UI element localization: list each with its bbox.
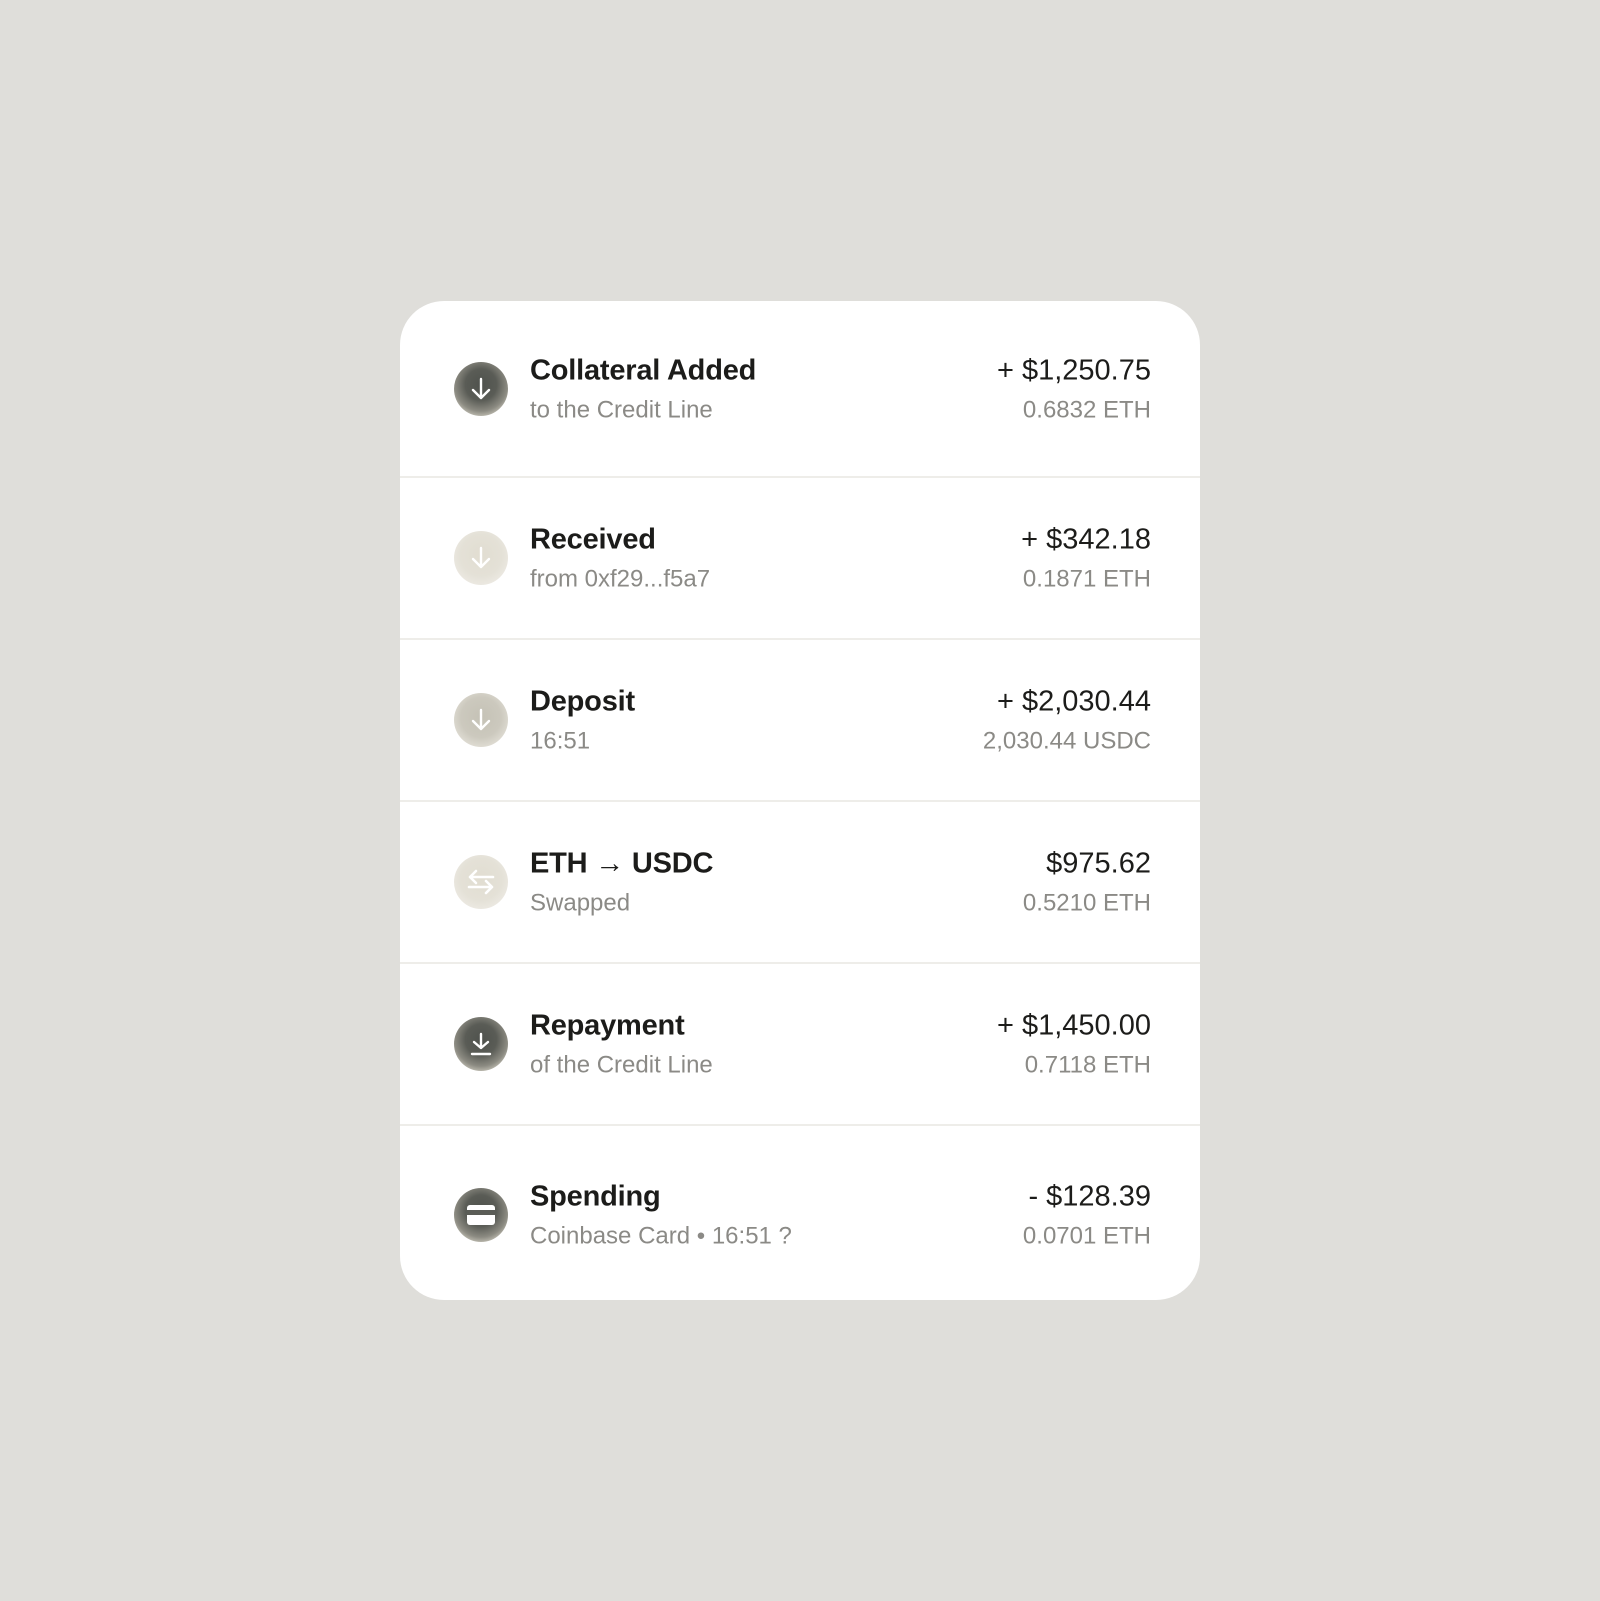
transaction-texts: Spending Coinbase Card • 16:51 ?	[530, 1178, 792, 1251]
transaction-title: Deposit	[530, 685, 635, 718]
transactions-card: Collateral Added to the Credit Line + $1…	[400, 301, 1200, 1300]
transaction-title: Collateral Added	[530, 354, 757, 386]
transaction-subtitle: from 0xf29...f5a7	[530, 565, 711, 593]
arrow-down-icon	[454, 531, 508, 585]
transaction-amount: - $128.39	[1028, 1180, 1151, 1212]
transaction-row-collateral-added[interactable]: Collateral Added to the Credit Line + $1…	[400, 301, 1200, 478]
transaction-subtitle: Swapped	[530, 889, 631, 917]
transaction-texts: Deposit 16:51	[530, 684, 635, 757]
transaction-title: Received	[530, 523, 656, 556]
transaction-texts: Received from 0xf29...f5a7	[530, 522, 710, 595]
transaction-amounts: - $128.39 0.0701 ETH	[1023, 1178, 1151, 1251]
transaction-amounts: + $2,030.44 2,030.44 USDC	[983, 684, 1151, 757]
transaction-crypto-amount: 0.6832 ETH	[1022, 396, 1151, 423]
transaction-subtitle: 16:51	[530, 727, 591, 755]
arrow-down-icon	[454, 361, 508, 416]
transaction-subtitle: of the Credit Line	[530, 1051, 713, 1079]
transaction-texts: Repayment of the Credit Line	[530, 1008, 713, 1081]
transaction-row-received[interactable]: Received from 0xf29...f5a7 + $342.18 0.1…	[400, 478, 1200, 640]
transaction-title: Repayment	[530, 1009, 685, 1042]
transaction-amounts: + $342.18 0.1871 ETH	[1021, 522, 1151, 595]
transaction-crypto-amount: 0.1871 ETH	[1022, 565, 1151, 593]
transaction-amount: + $2,030.44	[996, 685, 1151, 718]
transaction-amounts: + $1,250.75 0.6832 ETH	[997, 352, 1151, 425]
transaction-crypto-amount: 0.0701 ETH	[1022, 1222, 1151, 1249]
credit-card-icon	[454, 1187, 508, 1242]
transaction-texts: ETH → USDC Swapped	[530, 846, 713, 919]
transaction-amount: $975.62	[1046, 847, 1151, 880]
transaction-row-deposit[interactable]: Deposit 16:51 + $2,030.44 2,030.44 USDC	[400, 640, 1200, 802]
transaction-row-repayment[interactable]: Repayment of the Credit Line + $1,450.00…	[400, 964, 1200, 1126]
swap-arrows-icon	[454, 855, 508, 909]
transaction-title: Spending	[530, 1180, 661, 1212]
transaction-crypto-amount: 0.7118 ETH	[1024, 1051, 1151, 1079]
transaction-subtitle: to the Credit Line	[530, 396, 713, 423]
transaction-subtitle: Coinbase Card • 16:51 ?	[530, 1222, 792, 1249]
transaction-amount: + $1,250.75	[996, 354, 1151, 386]
arrow-down-icon	[454, 693, 508, 747]
transaction-row-spending[interactable]: Spending Coinbase Card • 16:51 ? - $128.…	[400, 1126, 1200, 1300]
transaction-crypto-amount: 0.5210 ETH	[1022, 889, 1151, 917]
transaction-amount: + $342.18	[1021, 523, 1151, 556]
download-icon	[454, 1017, 508, 1071]
transaction-amount: + $1,450.00	[996, 1009, 1151, 1042]
transaction-title: ETH → USDC	[530, 847, 714, 880]
transaction-row-swap[interactable]: ETH → USDC Swapped $975.62 0.5210 ETH	[400, 802, 1200, 964]
transaction-crypto-amount: 2,030.44 USDC	[982, 727, 1151, 755]
transaction-amounts: $975.62 0.5210 ETH	[1023, 846, 1151, 919]
transaction-amounts: + $1,450.00 0.7118 ETH	[997, 1008, 1151, 1081]
transaction-texts: Collateral Added to the Credit Line	[530, 352, 756, 425]
